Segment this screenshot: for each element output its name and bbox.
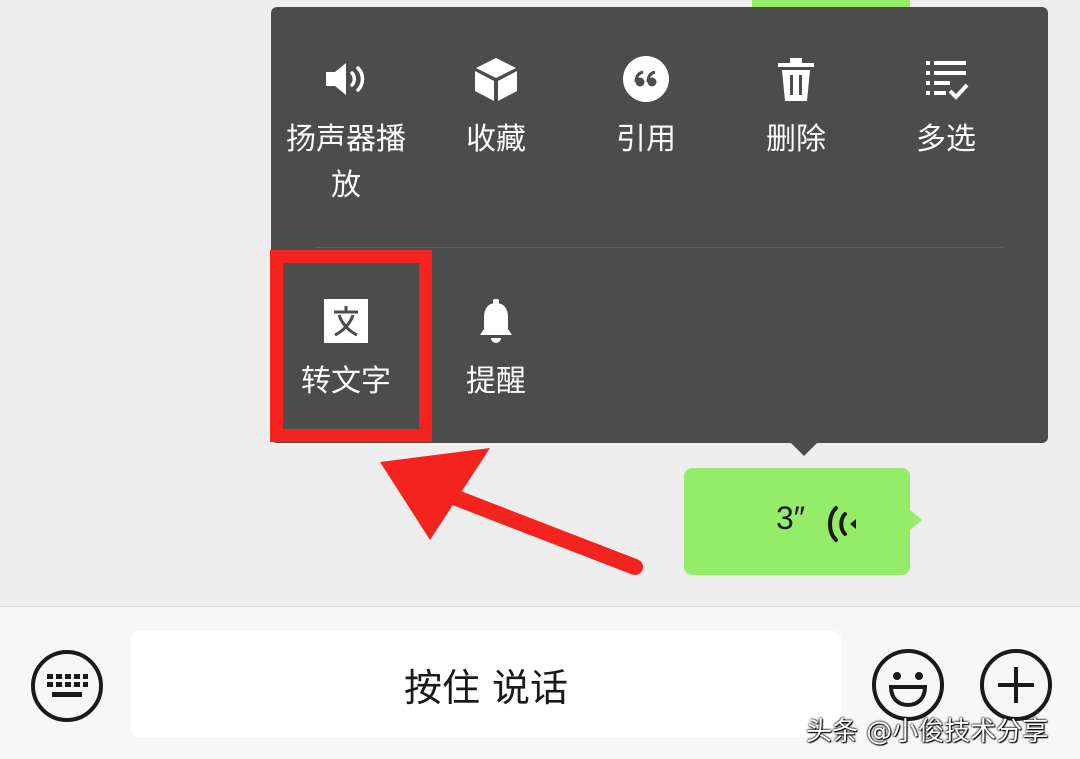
menu-item-label: 删除 — [766, 122, 826, 157]
hold-to-talk-button[interactable]: 按住 说话 — [131, 631, 841, 737]
multiselect-icon — [922, 55, 970, 103]
voice-wave-icon — [828, 506, 856, 542]
menu-item-label: 收藏 — [466, 122, 526, 157]
menu-item-speaker-play[interactable]: 扬声器播放 — [271, 55, 421, 209]
chat-area: 扬声器播放 收藏 引用 删除 多选 转文字 提醒 3″ — [0, 0, 1080, 606]
voice-duration: 3″ — [776, 500, 806, 536]
voice-message-bubble[interactable]: 3″ — [684, 468, 922, 575]
menu-item-reminder[interactable]: 提醒 — [421, 297, 571, 405]
menu-item-label: 提醒 — [466, 364, 526, 399]
menu-item-favorite[interactable]: 收藏 — [421, 55, 571, 209]
annotation-arrow-icon — [380, 448, 643, 575]
menu-item-delete[interactable]: 删除 — [721, 55, 871, 209]
bell-icon — [472, 297, 520, 345]
menu-divider — [316, 247, 1003, 248]
watermark: 头条 @小俊技术分享 — [806, 717, 1049, 747]
keyboard-toggle-button[interactable] — [30, 649, 104, 723]
menu-item-quote[interactable]: 引用 — [571, 55, 721, 209]
cube-icon — [472, 55, 520, 103]
menu-row-primary: 扬声器播放 收藏 引用 删除 多选 — [271, 55, 1048, 209]
menu-item-label: 扬声器播放 — [286, 122, 406, 203]
menu-item-multiselect[interactable]: 多选 — [871, 55, 1021, 209]
speaker-icon — [322, 55, 370, 103]
convert-to-text-highlight-box — [270, 250, 432, 442]
menu-item-label: 多选 — [916, 122, 976, 157]
quote-icon — [622, 55, 670, 103]
keyboard-icon — [31, 650, 103, 722]
trash-icon — [772, 55, 820, 103]
chat-input-bar: 按住 说话 头条 @小俊技术分享 — [0, 606, 1080, 759]
menu-item-label: 引用 — [616, 122, 676, 157]
